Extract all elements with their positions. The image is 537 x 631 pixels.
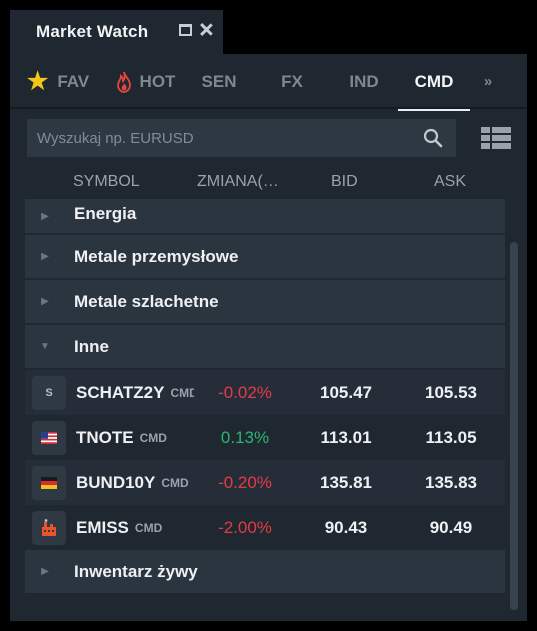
group-label: Energia [74,204,137,223]
instrument-ask[interactable]: 113.05 [399,428,503,448]
tab-label: CMD [414,71,454,91]
chevron-right-icon: ▶ [41,210,49,222]
category-tabs: ★ FAV HOT SEN FX IND CMD » [10,54,527,111]
maximize-icon[interactable] [179,23,192,36]
instrument-ask[interactable]: 105.53 [399,383,503,403]
instrument-bid[interactable]: 90.43 [297,518,395,538]
tab-label: FX [281,71,303,91]
tab-fx[interactable]: FX [254,54,330,109]
instrument-ask[interactable]: 90.49 [399,518,503,538]
instrument-bid[interactable]: 113.01 [297,428,395,448]
tab-sen[interactable]: SEN [184,54,254,109]
tab-cmd[interactable]: CMD [398,54,470,111]
instrument-symbol: SCHATZ2Y CMD [76,382,194,402]
flame-icon [116,71,131,93]
group-row-energia[interactable]: ▶ Energia [25,199,505,235]
column-header-symbol[interactable]: SYMBOL [73,173,140,191]
column-headers: SYMBOL ZMIANA(… BID ASK [25,167,505,197]
de-flag-icon [32,465,66,500]
group-label: Inwentarz żywy [74,561,198,581]
window-title: Market Watch [36,22,149,41]
column-header-change[interactable]: ZMIANA(… [197,173,285,191]
tab-ind[interactable]: IND [330,54,398,109]
instrument-change: -0.20% [218,472,272,492]
search-input[interactable] [37,129,416,147]
list-scrollbar[interactable] [510,242,518,610]
instrument-bid[interactable]: 105.47 [297,383,395,403]
list-view-icon[interactable] [481,127,511,149]
instrument-row-schatz2y[interactable]: S SCHATZ2Y CMD -0.02% 105.47 105.53 [25,370,505,415]
group-row-inwentarz-zywy[interactable]: ▶ Inwentarz żywy [25,550,505,595]
column-header-bid[interactable]: BID [331,173,358,191]
instrument-symbol: EMISS CMD [76,517,163,537]
market-watch-window: Market Watch ★ FAV HOT SEN FX IND CMD » [0,0,537,631]
tab-label: IND [349,71,379,91]
instrument-change: 0.13% [220,427,270,447]
instrument-row-tnote[interactable]: TNOTE CMD 0.13% 113.01 113.05 [25,415,505,460]
search-box [27,119,456,157]
group-label: Metale szlachetne [74,291,219,311]
instrument-symbol: BUND10Y CMD [76,472,189,492]
group-label: Inne [74,336,109,356]
instrument-change: -2.00% [218,517,272,537]
close-icon[interactable] [200,23,213,36]
tab-label: HOT [139,71,176,91]
instrument-symbol: TNOTE CMD [76,427,167,447]
group-row-metale-przemyslowe[interactable]: ▶ Metale przemysłowe [25,235,505,280]
group-row-metale-szlachetne[interactable]: ▶ Metale szlachetne [25,280,505,325]
chevron-right-icon: ▶ [41,566,49,577]
star-icon: ★ [26,67,49,95]
tab-fav[interactable]: ★ FAV [10,54,106,109]
instrument-row-bund10y[interactable]: BUND10Y CMD -0.20% 135.81 135.83 [25,460,505,505]
instrument-icon: S [32,375,66,410]
us-flag-icon [32,420,66,455]
window-title-tab[interactable]: Market Watch [10,10,223,54]
chevron-right-icon: ▶ [41,251,49,262]
group-row-inne[interactable]: ▼ Inne [25,325,505,370]
group-label: Metale przemysłowe [74,246,239,266]
instrument-bid[interactable]: 135.81 [297,473,395,493]
market-watch-panel: ★ FAV HOT SEN FX IND CMD » Wyszukaj np. … [10,54,527,621]
tab-hot[interactable]: HOT [106,54,184,109]
search-icon[interactable] [416,121,450,155]
factory-icon [32,510,66,545]
instrument-ask[interactable]: 135.83 [399,473,503,493]
double-chevron-right-icon: » [483,73,493,90]
tab-label: FAV [57,71,90,91]
instrument-row-emiss[interactable]: EMISS CMD -2.00% 90.43 90.49 [25,505,505,550]
chevron-down-icon: ▼ [40,341,50,352]
chevron-right-icon: ▶ [41,296,49,307]
instrument-change: -0.02% [218,382,272,402]
tabs-more-button[interactable]: » [470,54,503,109]
tab-label: SEN [201,71,237,91]
instrument-list: ▶ Energia ▶ Metale przemysłowe ▶ Metale … [25,199,505,612]
window-controls [179,23,213,36]
column-header-ask[interactable]: ASK [434,173,466,191]
